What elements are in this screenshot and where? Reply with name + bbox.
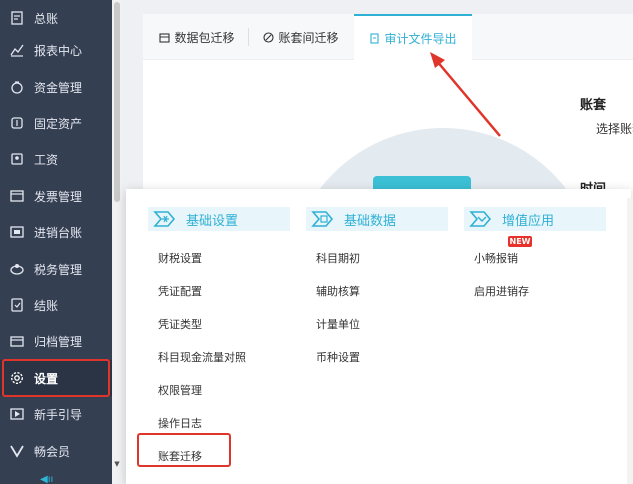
menu-item-cashflow-mapping[interactable]: 科目现金流量对照 — [158, 349, 246, 365]
sidebar-item-close-books[interactable]: 结账 — [0, 287, 112, 323]
sidebar-item-vip[interactable]: 畅会员 — [0, 433, 112, 469]
menu-item-permissions[interactable]: 权限管理 — [158, 382, 202, 398]
sidebar-item-label: 税务管理 — [34, 262, 83, 277]
sidebar-item-reports[interactable]: 报表中心 — [0, 32, 112, 68]
sidebar-item-funds[interactable]: 资金管理 — [0, 69, 112, 105]
value-added-icon — [469, 211, 492, 227]
menu-item-enable-inventory[interactable]: 启用进销存 — [474, 283, 529, 299]
account-select[interactable]: 选择账套 — [596, 120, 633, 137]
tab-label: 账套间迁移 — [278, 30, 339, 45]
sidebar-scroll-thumb[interactable] — [114, 2, 120, 202]
sidebar-scrollbar[interactable]: ▼ — [112, 0, 122, 470]
new-badge: NEW — [508, 236, 532, 247]
menu-item-expense-reimbursement[interactable]: 小畅报销 — [474, 250, 518, 266]
tab-label: 数据包迁移 — [174, 30, 235, 45]
account-label: 账套 — [580, 98, 607, 113]
archive-icon — [10, 334, 24, 348]
sidebar-item-label: 资金管理 — [34, 80, 83, 95]
sidebar-item-tax[interactable]: 税务管理 — [0, 251, 112, 287]
package-icon — [159, 32, 171, 43]
sidebar-item-ledger[interactable]: 总账 — [0, 0, 112, 36]
column-header-value-added: 增值应用 — [464, 207, 606, 231]
menu-item-opening-balances[interactable]: 科目期初 — [316, 250, 360, 266]
money-icon — [10, 80, 24, 94]
sidebar-item-invoices[interactable]: 发票管理 — [0, 178, 112, 214]
guide-icon — [10, 407, 24, 421]
sidebar-item-salary[interactable]: 工资 — [0, 141, 112, 177]
tab-account-migration[interactable]: 账套间迁移 — [251, 14, 351, 60]
scroll-down-icon[interactable]: ▼ — [113, 460, 121, 468]
tab-audit-export[interactable]: 审计文件导出 — [354, 14, 472, 60]
sidebar-item-label: 发票管理 — [34, 189, 83, 204]
sidebar-item-label: 工资 — [34, 152, 59, 167]
sidebar-item-fixed-assets[interactable]: 固定资产 — [0, 105, 112, 141]
menu-item-currency-settings[interactable]: 币种设置 — [316, 349, 360, 365]
sidebar-item-label: 结账 — [34, 298, 59, 313]
salary-icon — [10, 152, 24, 166]
menu-item-tax-settings[interactable]: 财税设置 — [158, 250, 202, 266]
menu-item-operation-log[interactable]: 操作日志 — [158, 415, 202, 431]
tab-package-migration[interactable]: 数据包迁移 — [147, 14, 247, 60]
menu-item-auxiliary-accounting[interactable]: 辅助核算 — [316, 283, 360, 299]
sidebar-item-label: 固定资产 — [34, 116, 83, 131]
inventory-icon — [10, 225, 24, 239]
speaker-icon: ◀ıı — [40, 474, 54, 484]
column-title: 基础数据 — [344, 213, 397, 229]
sidebar-item-label: 畅会员 — [34, 444, 71, 459]
tab-label: 审计文件导出 — [384, 31, 457, 46]
sidebar: 总账 报表中心 资金管理 固定资产 工资 发票管理 进销台账 税务管理 结账 归… — [0, 0, 112, 484]
column-header-basic-settings: 基础设置 — [148, 207, 290, 231]
menu-scrollbar[interactable] — [627, 198, 633, 484]
vip-icon — [10, 444, 24, 458]
sidebar-item-label: 报表中心 — [34, 43, 83, 58]
invoice-icon — [10, 189, 24, 203]
account-migration-highlight-box — [137, 433, 231, 467]
tab-separator — [248, 28, 249, 46]
sidebar-item-label: 归档管理 — [34, 334, 83, 349]
sidebar-item-guide[interactable]: 新手引导 — [0, 396, 112, 432]
sidebar-item-inventory[interactable]: 进销台账 — [0, 214, 112, 250]
asset-icon — [10, 116, 24, 130]
tax-icon — [10, 262, 24, 276]
settings-highlight-box — [2, 359, 110, 397]
basic-settings-icon — [153, 211, 176, 227]
menu-item-measurement-units[interactable]: 计量单位 — [316, 316, 360, 332]
sidebar-item-label: 新手引导 — [34, 407, 83, 422]
basic-data-icon — [311, 211, 334, 227]
file-export-icon — [369, 32, 380, 44]
sidebar-item-archive[interactable]: 归档管理 — [0, 323, 112, 359]
column-header-basic-data: 基础数据 — [306, 207, 448, 231]
column-title: 基础设置 — [186, 213, 239, 229]
column-title: 增值应用 — [502, 213, 555, 229]
chart-icon — [10, 43, 24, 57]
transfer-icon — [263, 31, 275, 43]
menu-item-voucher-config[interactable]: 凭证配置 — [158, 283, 202, 299]
menu-item-voucher-type[interactable]: 凭证类型 — [158, 316, 202, 332]
close-book-icon — [10, 298, 24, 312]
sidebar-item-label: 进销台账 — [34, 225, 83, 240]
sidebar-item-label: 总账 — [34, 11, 59, 26]
ledger-icon — [10, 11, 24, 25]
